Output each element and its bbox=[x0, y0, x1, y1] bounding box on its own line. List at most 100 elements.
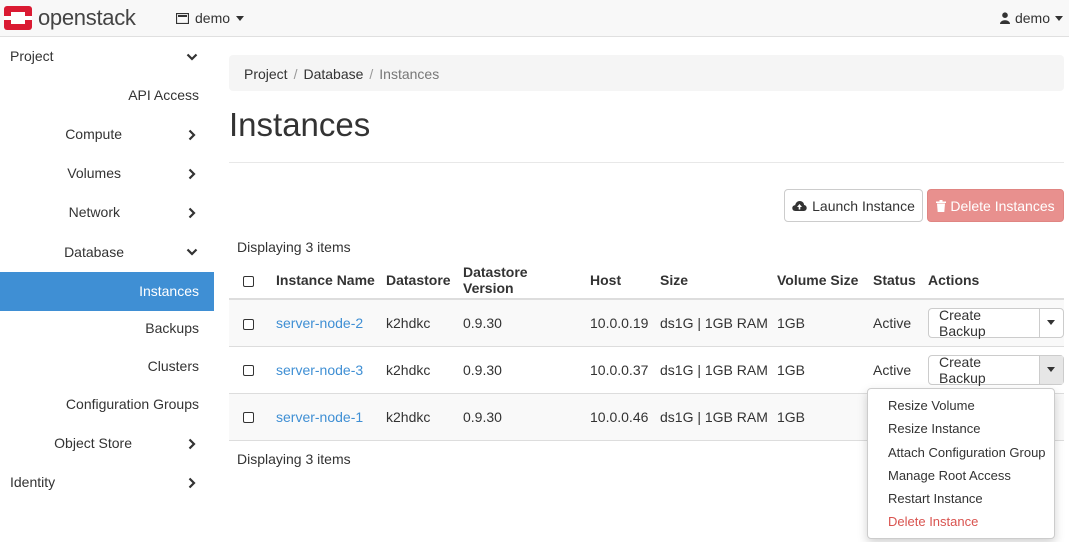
column-header[interactable]: Host bbox=[582, 262, 652, 300]
instance-name-link[interactable]: server-node-1 bbox=[276, 409, 363, 425]
attach-configuration-group-item[interactable]: Attach Configuration Group bbox=[888, 445, 1046, 460]
datastore-version-cell: 0.9.30 bbox=[455, 299, 582, 347]
caret-down-icon bbox=[1047, 367, 1056, 372]
datastore-cell: k2hdkc bbox=[378, 346, 455, 394]
breadcrumb-project[interactable]: Project bbox=[244, 66, 288, 82]
sidebar-item-label: Project bbox=[10, 48, 54, 64]
create-backup-button[interactable]: Create Backup bbox=[929, 354, 1040, 386]
row-checkbox[interactable] bbox=[243, 318, 254, 330]
project-name: demo bbox=[195, 10, 231, 26]
caret-down-icon bbox=[1055, 15, 1063, 21]
sidebar-item-network[interactable]: Network bbox=[0, 193, 214, 232]
chevron-down-icon bbox=[186, 53, 198, 61]
sidebar-item-label: Database bbox=[64, 244, 124, 260]
caret-down-icon bbox=[1047, 320, 1056, 326]
project-switcher[interactable]: demo bbox=[176, 10, 245, 26]
sidebar-item-label: Compute bbox=[65, 126, 122, 142]
sidebar-item-label: Identity bbox=[10, 474, 56, 490]
page-title: Instances bbox=[229, 106, 371, 143]
trash-icon bbox=[936, 199, 947, 212]
row-actions: Create Backup bbox=[928, 354, 1064, 386]
row-actions-toggle[interactable] bbox=[1040, 309, 1063, 337]
table-header-row: Instance Name Datastore Datastore Versio… bbox=[229, 262, 1064, 300]
sidebar-item-clusters[interactable]: Clusters bbox=[0, 347, 214, 385]
size-cell: ds1G | 1GB RAM bbox=[652, 393, 769, 441]
instance-name-link[interactable]: server-node-3 bbox=[276, 362, 363, 378]
title-divider bbox=[229, 162, 1064, 163]
cloud-upload-icon bbox=[792, 200, 807, 211]
restart-instance-item[interactable]: Restart Instance bbox=[888, 491, 983, 506]
column-header: Actions bbox=[920, 262, 1064, 300]
chevron-right-icon bbox=[188, 168, 196, 180]
column-header[interactable]: Instance Name bbox=[268, 262, 378, 300]
row-actions: Create Backup bbox=[928, 307, 1064, 339]
chevron-right-icon bbox=[188, 438, 196, 450]
sidebar-item-instances[interactable]: Instances bbox=[0, 272, 214, 311]
sidebar-item-label: Object Store bbox=[54, 435, 132, 451]
sidebar-item-label: Clusters bbox=[147, 358, 199, 374]
delete-instances-button[interactable]: Delete Instances bbox=[927, 189, 1064, 222]
sidebar-item-label: Network bbox=[68, 204, 120, 220]
status-cell: Active bbox=[865, 346, 920, 394]
sidebar-item-project[interactable]: Project bbox=[0, 37, 214, 76]
breadcrumb-separator: / bbox=[293, 66, 298, 82]
breadcrumb-separator: / bbox=[369, 66, 374, 82]
sidebar-item-database[interactable]: Database bbox=[0, 232, 214, 272]
sidebar-item-label: Instances bbox=[139, 283, 199, 299]
column-header[interactable]: Datastore Version bbox=[455, 262, 582, 300]
chevron-right-icon bbox=[188, 207, 196, 219]
column-header[interactable]: Status bbox=[865, 262, 920, 300]
row-actions-toggle[interactable] bbox=[1039, 355, 1063, 384]
user-name: demo bbox=[1014, 10, 1050, 26]
chevron-right-icon bbox=[188, 129, 196, 141]
volume-size-cell: 1GB bbox=[769, 299, 865, 347]
manage-root-access-item[interactable]: Manage Root Access bbox=[888, 468, 1011, 483]
datastore-cell: k2hdkc bbox=[378, 299, 455, 347]
row-checkbox[interactable] bbox=[243, 365, 254, 377]
item-count-top: Displaying 3 items bbox=[237, 239, 351, 255]
item-count-bottom: Displaying 3 items bbox=[237, 451, 351, 467]
sidebar-item-configuration-groups[interactable]: Configuration Groups bbox=[0, 385, 214, 424]
launch-instance-label: Launch Instance bbox=[812, 197, 915, 214]
table-row: server-node-2 k2hdkc 0.9.30 10.0.0.19 ds… bbox=[229, 299, 1064, 347]
create-backup-button[interactable]: Create Backup bbox=[929, 307, 1040, 339]
host-cell: 10.0.0.19 bbox=[582, 299, 652, 347]
volume-size-cell: 1GB bbox=[769, 346, 865, 394]
launch-instance-button[interactable]: Launch Instance bbox=[784, 189, 923, 222]
size-cell: ds1G | 1GB RAM bbox=[652, 299, 769, 347]
resize-volume-item[interactable]: Resize Volume bbox=[888, 398, 975, 413]
openstack-logo[interactable]: openstack bbox=[4, 5, 136, 31]
sidebar-item-volumes[interactable]: Volumes bbox=[0, 154, 214, 193]
breadcrumb-database[interactable]: Database bbox=[303, 66, 363, 82]
datastore-cell: k2hdkc bbox=[378, 393, 455, 441]
datastore-version-cell: 0.9.30 bbox=[455, 346, 582, 394]
sidebar-item-compute[interactable]: Compute bbox=[0, 115, 214, 154]
resize-instance-item[interactable]: Resize Instance bbox=[888, 421, 981, 436]
host-cell: 10.0.0.37 bbox=[582, 346, 652, 394]
column-header[interactable]: Size bbox=[652, 262, 769, 300]
brand-name: openstack bbox=[38, 5, 136, 30]
row-checkbox[interactable] bbox=[243, 412, 254, 424]
table-row: server-node-3 k2hdkc 0.9.30 10.0.0.37 ds… bbox=[229, 346, 1064, 394]
column-header[interactable]: Volume Size bbox=[769, 262, 865, 300]
chevron-right-icon bbox=[188, 477, 196, 489]
breadcrumb-current: Instances bbox=[379, 66, 440, 82]
size-cell: ds1G | 1GB RAM bbox=[652, 346, 769, 394]
sidebar-item-label: Volumes bbox=[67, 165, 121, 181]
user-menu[interactable]: demo bbox=[999, 10, 1063, 26]
select-all-checkbox[interactable] bbox=[243, 275, 254, 287]
sidebar-item-identity[interactable]: Identity bbox=[0, 463, 214, 502]
instance-name-link[interactable]: server-node-2 bbox=[276, 315, 363, 331]
delete-instance-item[interactable]: Delete Instance bbox=[888, 514, 978, 529]
sidebar-item-label: API Access bbox=[128, 87, 199, 103]
sidebar: Project API Access Compute Volumes Network Da… bbox=[0, 37, 214, 542]
server-icon bbox=[176, 12, 189, 24]
sidebar-item-backups[interactable]: Backups bbox=[0, 310, 214, 347]
sidebar-item-api-access[interactable]: API Access bbox=[0, 76, 214, 115]
column-header[interactable]: Datastore bbox=[378, 262, 455, 300]
sidebar-item-object-store[interactable]: Object Store bbox=[0, 424, 214, 463]
delete-instances-label: Delete Instances bbox=[950, 197, 1055, 214]
top-navbar: openstack demo demo bbox=[0, 0, 1069, 37]
sidebar-item-label: Configuration Groups bbox=[65, 396, 199, 412]
volume-size-cell: 1GB bbox=[769, 393, 865, 441]
